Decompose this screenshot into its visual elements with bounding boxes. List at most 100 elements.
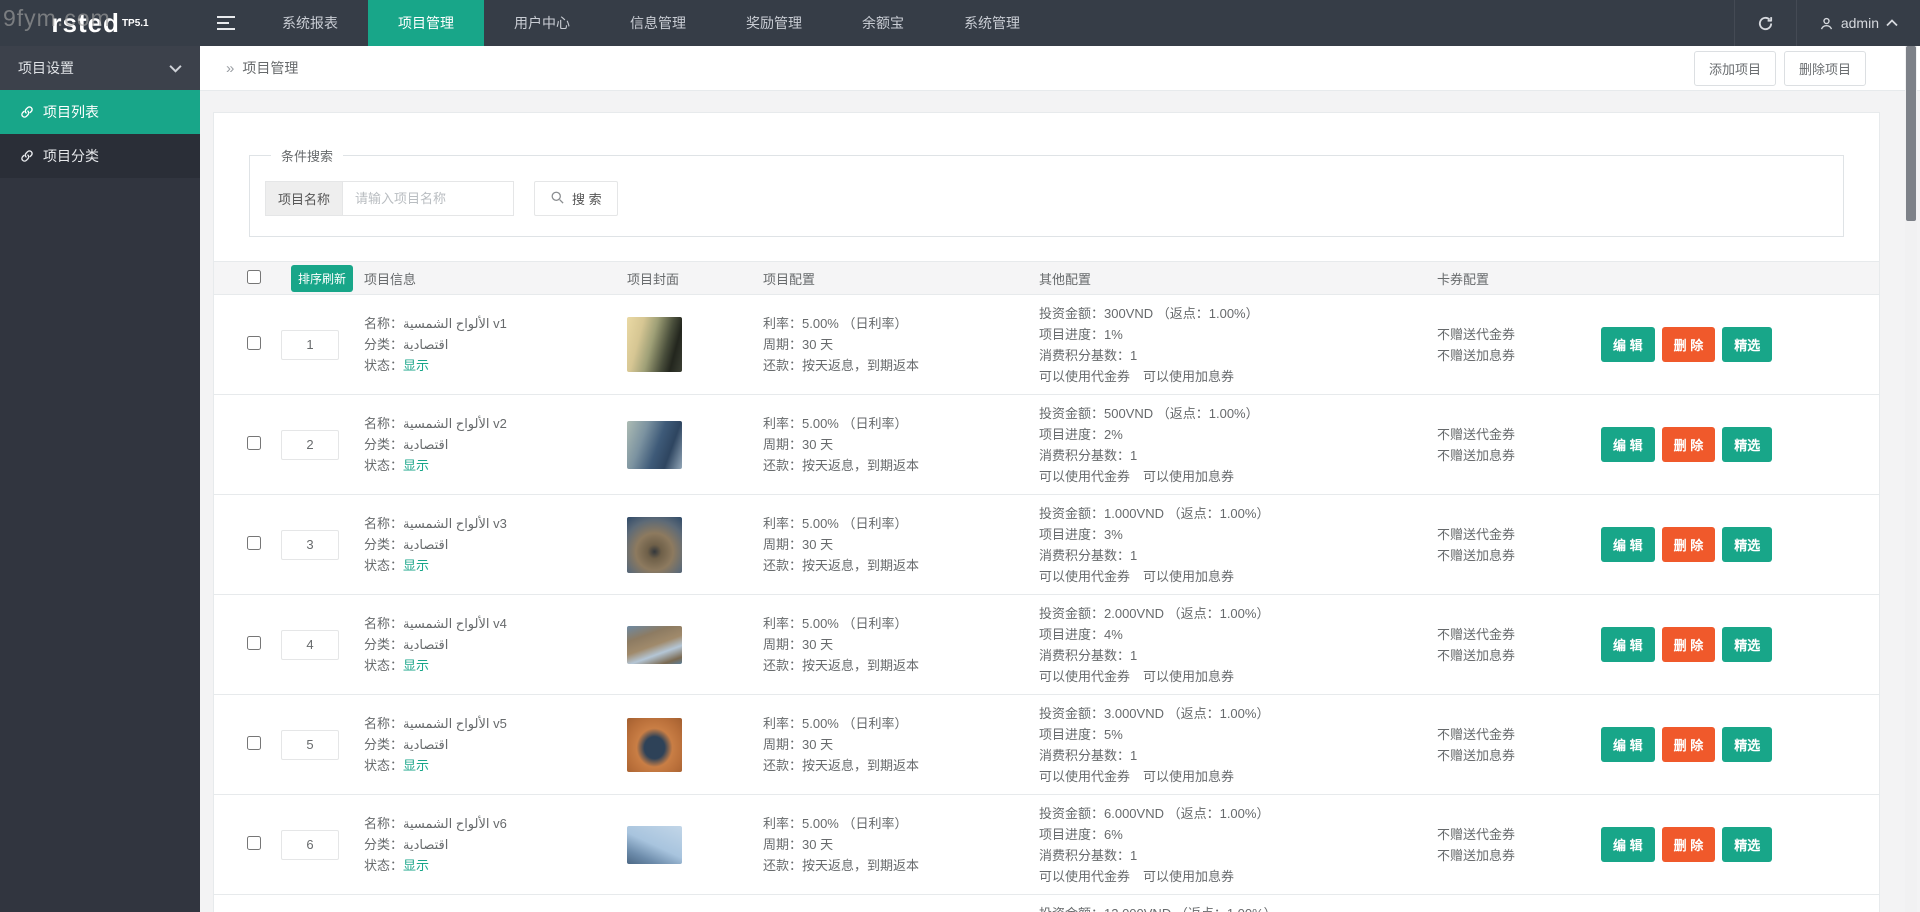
edit-button[interactable]: 编 辑 xyxy=(1601,827,1655,862)
project-name: 名称：الألواح الشمسية v2 xyxy=(364,416,507,431)
feature-button[interactable]: 精选 xyxy=(1722,627,1773,662)
status-toggle-link[interactable]: 显示 xyxy=(403,558,429,573)
invest-line: 投资金额：1.000VND （返点：1.00%） xyxy=(1039,505,1270,521)
sort-input[interactable] xyxy=(281,629,339,660)
sort-input[interactable] xyxy=(281,329,339,360)
feature-button[interactable]: 精选 xyxy=(1722,327,1773,362)
status-toggle-link[interactable]: 显示 xyxy=(403,658,429,673)
delete-button[interactable]: 删 除 xyxy=(1661,327,1716,362)
header-project-cover: 项目封面 xyxy=(627,271,680,287)
status-toggle-link[interactable]: 显示 xyxy=(403,858,429,873)
invest-line: 投资金额：12.000VND （返点：1.00%） xyxy=(1039,903,1437,912)
edit-button[interactable]: 编 辑 xyxy=(1601,327,1655,362)
rate-line: 利率：5.00% （日利率） xyxy=(763,516,908,531)
usable-coupons-line: 可以使用代金券 可以使用加息券 xyxy=(1039,468,1235,484)
delete-button[interactable]: 删 除 xyxy=(1661,627,1716,662)
sort-input[interactable] xyxy=(281,429,339,460)
points-line: 消费积分基数：1 xyxy=(1039,647,1138,663)
status-toggle-link[interactable]: 显示 xyxy=(403,458,429,473)
main-nav: 系统报表 项目管理 用户中心 信息管理 奖励管理 余额宝 系统管理 xyxy=(252,0,1050,46)
nav-item-info[interactable]: 信息管理 xyxy=(600,0,716,46)
nav-item-users[interactable]: 用户中心 xyxy=(484,0,600,46)
row-checkbox[interactable] xyxy=(247,636,261,650)
project-thumbnail xyxy=(627,717,682,772)
select-all-checkbox[interactable] xyxy=(247,269,261,284)
usable-coupons-line: 可以使用代金券 可以使用加息券 xyxy=(1039,568,1235,584)
nav-item-rewards[interactable]: 奖励管理 xyxy=(716,0,832,46)
refresh-button[interactable] xyxy=(1733,0,1796,46)
table-row: 名称：الألواح الشمسية v1 分类：اقتصادية 状态：显示 … xyxy=(214,295,1879,395)
status-toggle-link[interactable]: 显示 xyxy=(403,358,429,373)
delete-button[interactable]: 删 除 xyxy=(1661,527,1716,562)
nav-item-yuebao[interactable]: 余额宝 xyxy=(832,0,934,46)
search-button-label: 搜 索 xyxy=(572,192,602,207)
delete-button[interactable]: 删 除 xyxy=(1661,427,1716,462)
edit-button[interactable]: 编 辑 xyxy=(1601,727,1655,762)
table-row: 名称：الألواح الشمسية v5 分类：اقتصادية 状态：显示 … xyxy=(214,695,1879,795)
content-panel: 条件搜索 项目名称 搜 索 排序刷新 项目信息 项目封面 项目配置 其他配置 xyxy=(213,112,1880,912)
nav-item-system[interactable]: 系统管理 xyxy=(934,0,1050,46)
search-fieldset: 条件搜索 项目名称 搜 索 xyxy=(249,146,1844,237)
row-checkbox[interactable] xyxy=(247,536,261,550)
coupon-line: 不赠送代金券 xyxy=(1437,426,1516,442)
row-checkbox[interactable] xyxy=(247,336,261,350)
project-category: 分类：اقتصادية xyxy=(364,737,449,752)
cycle-line: 周期：30 天 xyxy=(763,837,834,852)
edit-button[interactable]: 编 辑 xyxy=(1601,527,1655,562)
vertical-scrollbar[interactable] xyxy=(1905,46,1917,912)
search-button[interactable]: 搜 索 xyxy=(534,181,618,216)
row-checkbox[interactable] xyxy=(247,836,261,850)
project-status: 状态：显示 xyxy=(364,558,430,573)
usable-coupons-line: 可以使用代金券 可以使用加息券 xyxy=(1039,668,1235,684)
edit-button[interactable]: 编 辑 xyxy=(1601,627,1655,662)
feature-button[interactable]: 精选 xyxy=(1722,727,1773,762)
feature-button[interactable]: 精选 xyxy=(1722,427,1773,462)
add-project-button[interactable]: 添加项目 xyxy=(1693,50,1776,86)
cycle-line: 周期：30 天 xyxy=(763,737,834,752)
sidebar-group-project-settings[interactable]: 项目设置 xyxy=(0,46,200,90)
repay-line: 还款：按天返息，到期返本 xyxy=(763,358,920,373)
sort-input[interactable] xyxy=(281,529,339,560)
repay-line: 还款：按天返息，到期返本 xyxy=(763,458,920,473)
project-thumbnail xyxy=(627,516,682,573)
user-menu[interactable]: admin xyxy=(1795,0,1920,46)
menu-toggle-icon[interactable] xyxy=(200,0,252,46)
project-name: 名称：الألواح الشمسية v4 xyxy=(364,616,507,631)
header-coupon-config: 卡券配置 xyxy=(1437,271,1490,287)
project-name: 名称：الألواح الشمسية v3 xyxy=(364,516,507,531)
table-row: 名称：الألواح الشمسية v6 分类：اقتصادية 状态：显示 … xyxy=(214,795,1879,895)
coupon-line: 不赠送代金券 xyxy=(1437,526,1516,542)
scrollbar-thumb[interactable] xyxy=(1906,46,1916,221)
repay-line: 还款：按天返息，到期返本 xyxy=(763,858,920,873)
sidebar-item-project-list[interactable]: 项目列表 xyxy=(0,90,200,134)
rate-line: 利率：5.00% （日利率） xyxy=(763,716,908,731)
rate-line: 利率：5.00% （日利率） xyxy=(763,316,908,331)
status-toggle-link[interactable]: 显示 xyxy=(403,758,429,773)
cycle-line: 周期：30 天 xyxy=(763,337,834,352)
nav-item-projects[interactable]: 项目管理 xyxy=(368,0,484,46)
feature-button[interactable]: 精选 xyxy=(1722,527,1773,562)
project-table: 排序刷新 项目信息 项目封面 项目配置 其他配置 卡券配置 名称：الألواح… xyxy=(214,261,1879,912)
delete-project-button[interactable]: 删除项目 xyxy=(1783,50,1866,86)
table-row: 名称：الألواح الشمسية v4 分类：اقتصادية 状态：显示 … xyxy=(214,595,1879,695)
breadcrumb: » 项目管理 xyxy=(226,58,298,78)
row-checkbox[interactable] xyxy=(247,736,261,750)
delete-button[interactable]: 删 除 xyxy=(1661,727,1716,762)
row-checkbox[interactable] xyxy=(247,436,261,450)
invest-line: 投资金额：6.000VND （返点：1.00%） xyxy=(1039,805,1270,821)
delete-button[interactable]: 删 除 xyxy=(1661,827,1716,862)
nav-item-reports[interactable]: 系统报表 xyxy=(252,0,368,46)
coupon-line: 不赠送加息券 xyxy=(1437,747,1516,763)
invest-line: 投资金额：2.000VND （返点：1.00%） xyxy=(1039,605,1270,621)
user-icon xyxy=(1819,16,1834,31)
project-name-input[interactable] xyxy=(342,181,515,216)
coupon-line: 不赠送加息券 xyxy=(1437,447,1516,463)
project-category: 分类：اقتصادية xyxy=(364,837,449,852)
sort-input[interactable] xyxy=(281,829,339,860)
edit-button[interactable]: 编 辑 xyxy=(1601,427,1655,462)
rate-line: 利率：5.00% （日利率） xyxy=(763,416,908,431)
sort-input[interactable] xyxy=(281,729,339,760)
feature-button[interactable]: 精选 xyxy=(1722,827,1773,862)
sidebar-item-project-category[interactable]: 项目分类 xyxy=(0,134,200,178)
sort-refresh-button[interactable]: 排序刷新 xyxy=(291,264,354,292)
